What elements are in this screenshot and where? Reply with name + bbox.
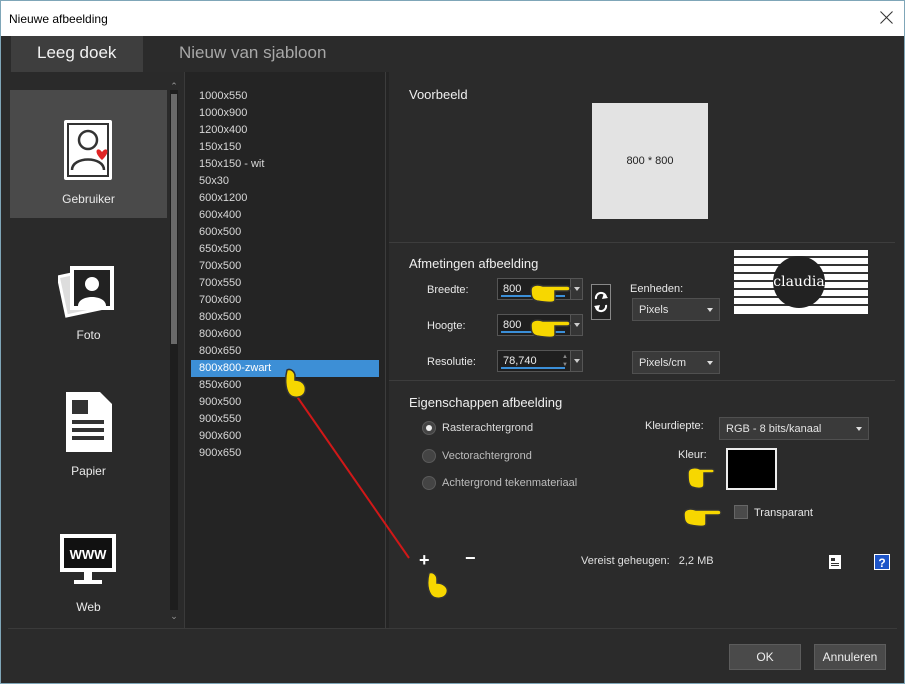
pointing-hand-icon	[530, 284, 571, 304]
chevron-down-icon	[707, 361, 713, 365]
template-list-item[interactable]: 700x600	[191, 292, 379, 309]
content-area: Gebruiker Foto Papier WWW Web ⌃ ⌄ 1000x5…	[10, 72, 895, 628]
cancel-button[interactable]: Annuleren	[814, 644, 886, 670]
template-list-item[interactable]: 650x500	[191, 241, 379, 258]
template-list-item[interactable]: 600x500	[191, 224, 379, 241]
radio-button[interactable]	[422, 476, 436, 490]
chevron-down-icon	[856, 427, 862, 431]
scrollbar-thumb[interactable]	[171, 94, 177, 344]
sidebar-item-foto[interactable]: Foto	[10, 226, 167, 354]
radio-button[interactable]	[422, 421, 436, 435]
pointing-hand-icon	[687, 467, 715, 490]
tab-bar: Leeg doek Nieuw van sjabloon	[8, 36, 897, 72]
sidebar-item-label: Foto	[76, 328, 101, 342]
sidebar-item-web[interactable]: WWW Web	[10, 498, 167, 626]
link-aspect-icon[interactable]	[591, 284, 611, 320]
title-bar: Nieuwe afbeelding	[1, 1, 904, 36]
pointing-hand-icon	[530, 319, 571, 339]
sidebar-item-label: Gebruiker	[62, 192, 115, 206]
width-value: 800	[503, 283, 522, 295]
dialog-footer: OK Annuleren	[8, 628, 897, 678]
chevron-down-icon[interactable]	[570, 351, 582, 371]
color-label: Kleur:	[678, 449, 707, 461]
photo-icon	[56, 254, 118, 318]
ok-button[interactable]: OK	[729, 644, 801, 670]
www-monitor-icon: WWW	[58, 526, 118, 590]
radio-button[interactable]	[422, 449, 436, 463]
template-list-item[interactable]: 50x30	[191, 173, 379, 190]
user-heart-icon	[58, 118, 118, 182]
dimensions-title: Afmetingen afbeelding	[409, 256, 539, 271]
height-label: Hoogte:	[427, 320, 466, 332]
template-list-item[interactable]: 800x500	[191, 309, 379, 326]
preview-canvas: 800 * 800	[592, 103, 708, 219]
pointing-hand-icon	[683, 508, 722, 528]
template-list-item[interactable]: 900x550	[191, 411, 379, 428]
template-list-item[interactable]: 800x600	[191, 326, 379, 343]
svg-text:WWW: WWW	[70, 547, 108, 562]
tab-nieuw-van-sjabloon[interactable]: Nieuw van sjabloon	[153, 36, 352, 72]
width-label: Breedte:	[427, 284, 469, 296]
sidebar-scrollbar[interactable]	[170, 90, 178, 610]
scroll-down-icon[interactable]: ⌄	[169, 612, 179, 621]
color-swatch[interactable]	[726, 448, 777, 490]
template-list-item[interactable]: 600x400	[191, 207, 379, 224]
chevron-down-icon	[707, 308, 713, 312]
units-dropdown[interactable]: Pixels	[632, 298, 720, 321]
window-title: Nieuwe afbeelding	[9, 12, 108, 26]
template-list-item[interactable]: 150x150	[191, 139, 379, 156]
resolution-units-dropdown[interactable]: Pixels/cm	[632, 351, 720, 374]
divider	[389, 380, 895, 381]
template-list-item[interactable]: 1000x550	[191, 88, 379, 105]
tab-leeg-doek[interactable]: Leeg doek	[11, 36, 143, 72]
template-list-item[interactable]: 900x600	[191, 428, 379, 445]
sidebar-item-gebruiker[interactable]: Gebruiker	[10, 90, 167, 218]
remove-preset-icon[interactable]: −	[465, 548, 476, 569]
add-preset-icon[interactable]: +	[419, 550, 430, 571]
dialog-window: Nieuwe afbeelding Leeg doek Nieuw van sj…	[0, 0, 905, 684]
preview-title: Voorbeeld	[409, 87, 468, 102]
pointing-hand-icon	[426, 571, 449, 599]
settings-panel: Voorbeeld 800 * 800 Afmetingen afbeeldin…	[389, 72, 895, 628]
resolution-label: Resolutie:	[427, 356, 476, 368]
dialog-body: Leeg doek Nieuw van sjabloon Gebruiker F…	[8, 36, 897, 678]
watermark-logo: claudia	[734, 250, 868, 314]
preset-category-sidebar: Gebruiker Foto Papier WWW Web ⌃ ⌄	[10, 72, 185, 628]
height-value: 800	[503, 319, 522, 331]
template-list-item[interactable]: 700x550	[191, 275, 379, 292]
divider	[389, 242, 895, 243]
sidebar-item-label: Web	[76, 600, 101, 614]
template-list-item[interactable]: 800x650	[191, 343, 379, 360]
close-icon[interactable]	[878, 9, 896, 27]
logo-text: claudia	[773, 274, 824, 290]
help-icon[interactable]: ?	[874, 554, 890, 570]
scroll-up-icon[interactable]: ⌃	[169, 82, 179, 91]
template-list-item[interactable]: 1200x400	[191, 122, 379, 139]
svg-text:?: ?	[878, 556, 885, 570]
properties-title: Eigenschappen afbeelding	[409, 395, 563, 410]
transparent-label: Transparant	[754, 507, 813, 519]
spinner-icon[interactable]: ▲ ▼	[561, 353, 569, 369]
template-list-item[interactable]: 900x650	[191, 445, 379, 462]
document-info-icon[interactable]	[827, 554, 843, 570]
color-depth-label: Kleurdiepte:	[645, 420, 704, 432]
sidebar-item-label: Papier	[71, 464, 106, 478]
units-label: Eenheden:	[630, 283, 684, 295]
template-list-item[interactable]: 1000x900	[191, 105, 379, 122]
transparent-checkbox[interactable]	[734, 505, 748, 519]
template-list-item[interactable]: 600x1200	[191, 190, 379, 207]
pointing-hand-icon	[284, 368, 307, 398]
template-list-item[interactable]: 150x150 - wit	[191, 156, 379, 173]
sidebar-item-papier[interactable]: Papier	[10, 362, 167, 490]
template-list: 1000x550 1000x900 1200x400 150x150 150x150 -…	[188, 72, 386, 628]
document-icon	[58, 390, 118, 454]
resolution-field[interactable]: 78,740 ▲ ▼	[497, 350, 583, 372]
resolution-value: 78,740	[503, 355, 537, 367]
color-depth-dropdown[interactable]: RGB - 8 bits/kanaal	[719, 417, 869, 440]
template-list-item[interactable]: 700x500	[191, 258, 379, 275]
memory-info: Vereist geheugen: 2,2 MB	[581, 555, 714, 567]
